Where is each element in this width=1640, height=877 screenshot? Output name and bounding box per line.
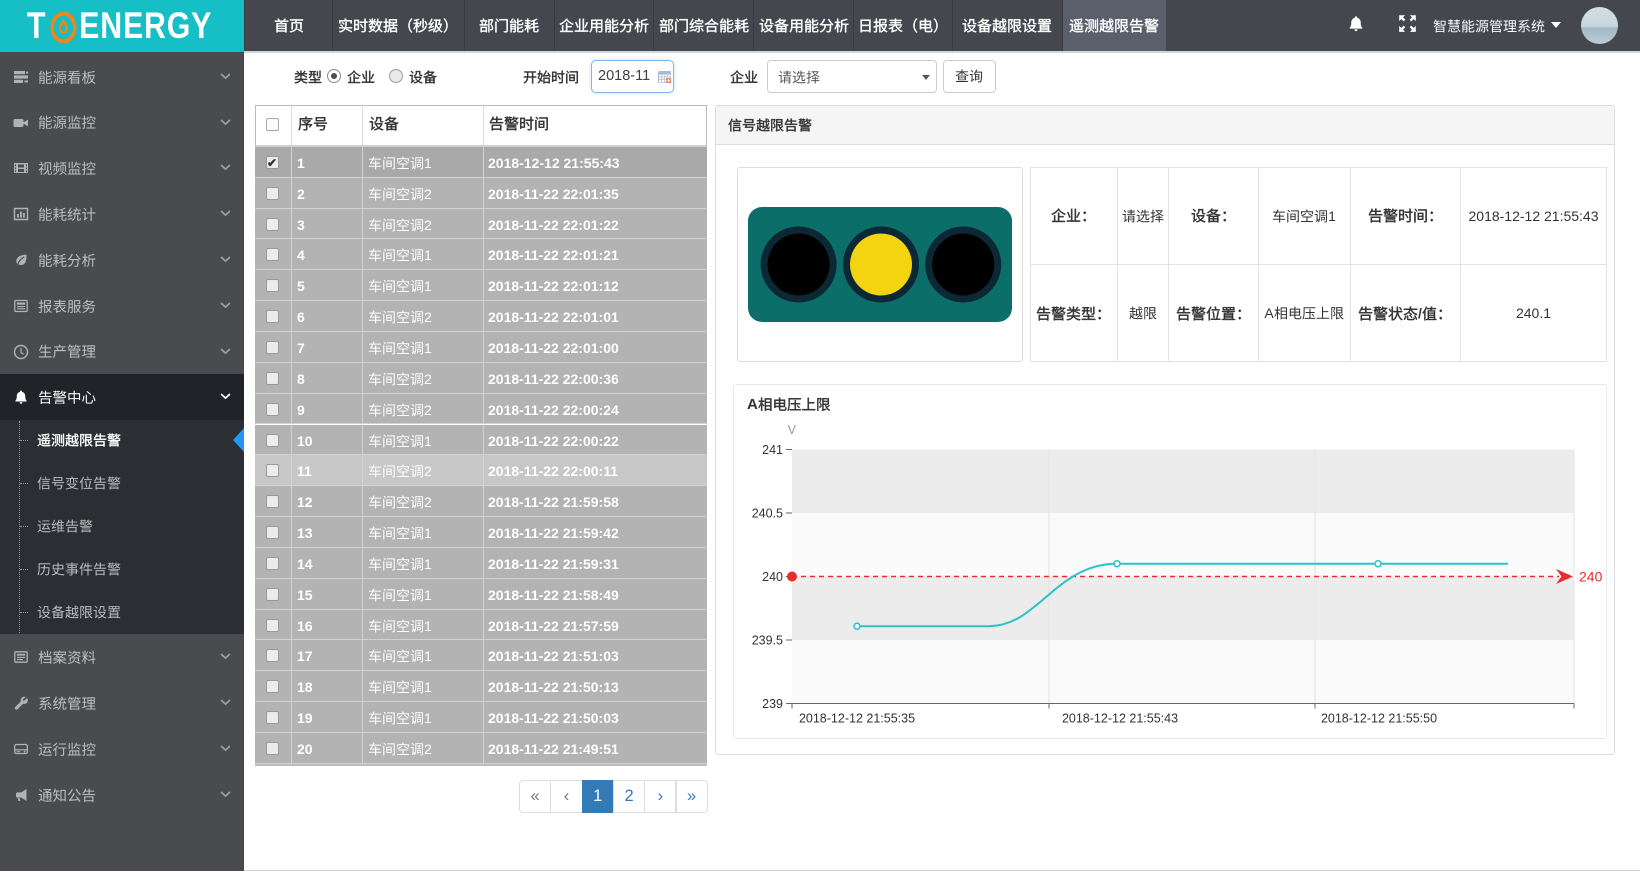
svg-text:240.5: 240.5 [752, 507, 783, 521]
svg-text:240: 240 [762, 570, 783, 584]
svg-text:2018-12-12 21:55:35: 2018-12-12 21:55:35 [799, 712, 915, 726]
svg-text:2018-12-12 21:55:50: 2018-12-12 21:55:50 [1321, 712, 1437, 726]
svg-text:239.5: 239.5 [752, 634, 783, 648]
svg-text:2018-12-12 21:55:43: 2018-12-12 21:55:43 [1062, 712, 1178, 726]
svg-text:240: 240 [1579, 569, 1603, 585]
svg-text:241: 241 [762, 443, 783, 457]
svg-text:239: 239 [762, 697, 783, 711]
svg-text:V: V [788, 423, 797, 437]
